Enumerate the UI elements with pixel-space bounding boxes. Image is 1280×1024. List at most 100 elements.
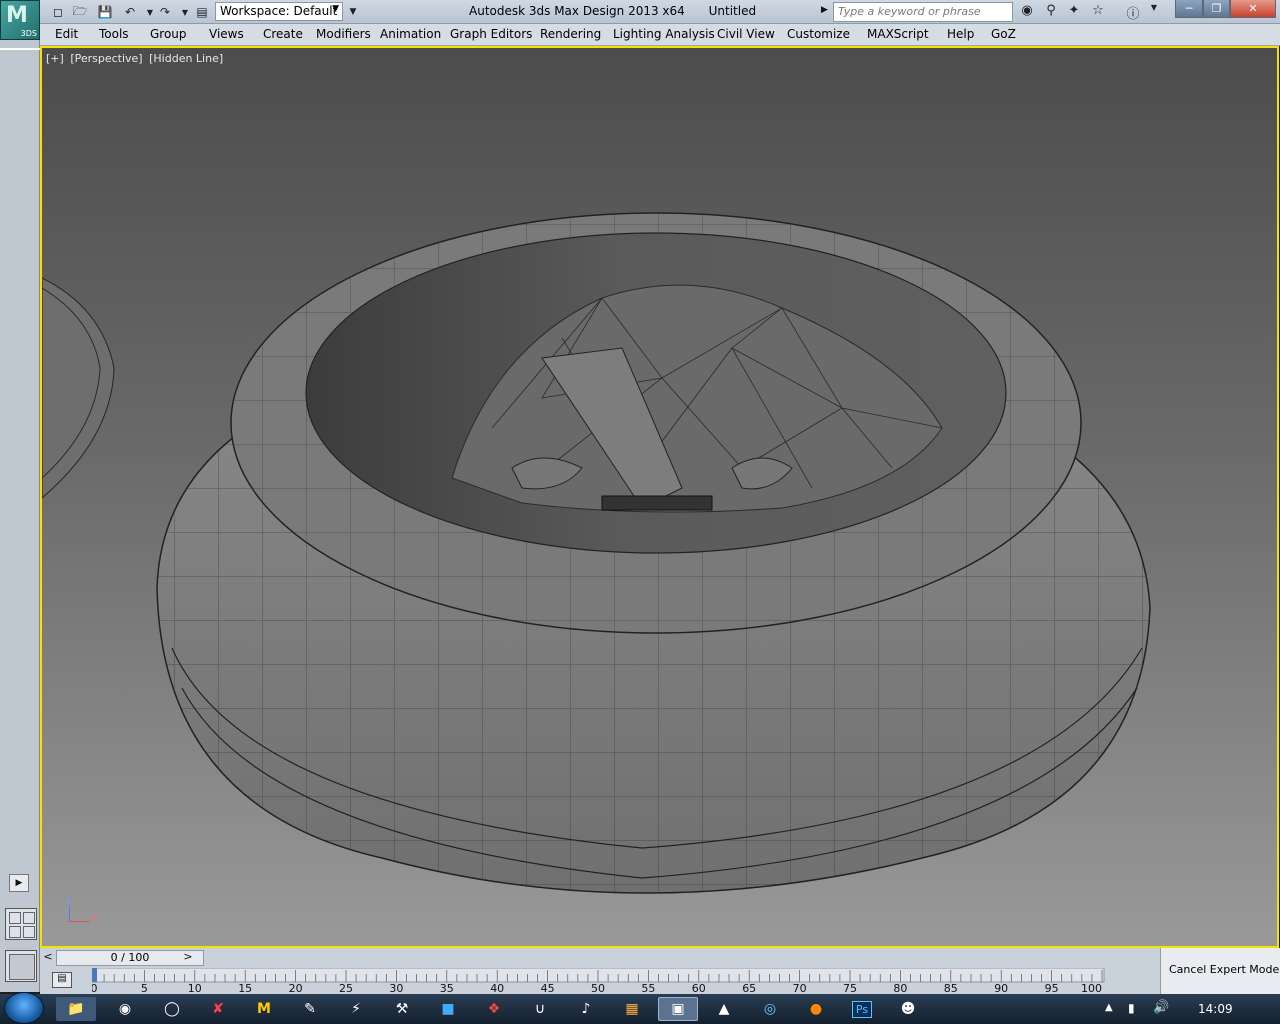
ruler-tick-label: 60	[692, 982, 706, 994]
paint-icon[interactable]: ✎	[290, 997, 330, 1021]
key-icon[interactable]: ⚲	[1040, 3, 1062, 21]
search-input[interactable]: Type a keyword or phrase	[833, 2, 1013, 22]
expand-panel-icon[interactable]: ▶	[9, 874, 29, 892]
redo-icon[interactable]: ↷	[155, 3, 175, 21]
ruler-tick-label: 70	[793, 982, 807, 994]
trackbar[interactable]: ▤ 0 5 10 15 20 25 30 35 40 45 50 55 60 65 70 75 80 85 90 95…	[40, 968, 1160, 994]
menu-views[interactable]: Views	[209, 27, 244, 41]
menu-lighting-analysis[interactable]: Lighting Analysis	[613, 27, 715, 41]
divider	[0, 48, 40, 50]
cancel-expert-mode-button[interactable]: Cancel Expert Mode	[1169, 963, 1279, 976]
menu-modifiers[interactable]: Modifiers	[316, 27, 371, 41]
axis-x-label: x	[92, 912, 98, 923]
tiles-icon[interactable]: ▦	[612, 997, 652, 1021]
binoculars-icon[interactable]: ◉	[1016, 3, 1038, 21]
ruler-tick-label: 45	[541, 982, 555, 994]
tray-arrow-icon[interactable]: ▲	[1105, 1002, 1113, 1013]
star-icon[interactable]: ☆	[1087, 3, 1109, 21]
menu-edit[interactable]: Edit	[55, 27, 78, 41]
viewport-layout-quad-icon[interactable]	[5, 908, 37, 940]
ruler-tick-label: 15	[238, 982, 252, 994]
audio-icon[interactable]: ♪	[566, 997, 606, 1021]
ruler-tick-label: 30	[389, 982, 403, 994]
ruler-tick-label: 0	[92, 982, 98, 994]
menu-create[interactable]: Create	[263, 27, 303, 41]
save-icon[interactable]: 💾	[95, 3, 115, 21]
menu-help[interactable]: Help	[947, 27, 974, 41]
ruler-tick-label: 65	[742, 982, 756, 994]
plug-icon[interactable]: ⚡	[336, 997, 376, 1021]
chrome-icon[interactable]: ◯	[152, 997, 192, 1021]
menu-rendering[interactable]: Rendering	[540, 27, 601, 41]
ruler-tick-label: 95	[1045, 982, 1059, 994]
start-button[interactable]	[4, 992, 44, 1024]
time-slider-bar: < 0 / 100 >	[40, 948, 1160, 968]
menu-goz[interactable]: GoZ	[991, 27, 1016, 41]
hold-icon[interactable]: ▤	[192, 3, 212, 21]
photoshop-icon[interactable]: Ps	[842, 997, 882, 1021]
status-panel: Cancel Expert Mode	[1160, 948, 1280, 994]
pet-bowl-mesh	[42, 212, 1151, 894]
ruler-tick-label: 90	[994, 982, 1008, 994]
satellite-icon[interactable]: ✦	[1063, 3, 1085, 21]
minimize-button[interactable]: ─	[1175, 0, 1203, 18]
menu-tools[interactable]: Tools	[99, 27, 129, 41]
network-icon[interactable]: ▮	[1128, 1001, 1135, 1015]
menu-maxscript[interactable]: MAXScript	[867, 27, 929, 41]
ruler-tick-label: 80	[893, 982, 907, 994]
close-button[interactable]: ✕	[1230, 0, 1276, 18]
axis-x-line	[69, 921, 89, 922]
customize-toolbar-icon[interactable]: ▼	[343, 3, 363, 21]
x-app-icon[interactable]: ✘	[198, 997, 238, 1021]
menu-customize[interactable]: Customize	[787, 27, 850, 41]
windows-taskbar: 📁 ◉ ◯ ✘ M ✎ ⚡ ⚒ ■ ❖ ∪ ♪ ▦ ▣ ▲ ◎ ● Ps ☻ ▲…	[0, 992, 1280, 1024]
ruler-tick-label: 20	[289, 982, 303, 994]
help-dropdown-icon[interactable]: ▼	[1143, 3, 1165, 21]
m-app-icon[interactable]: M	[244, 997, 284, 1021]
red-app-icon[interactable]: ❖	[474, 997, 514, 1021]
maximize-button[interactable]: ❐	[1203, 0, 1230, 18]
current-frame-marker[interactable]	[92, 968, 97, 982]
ruler-tick-label: 5	[141, 982, 148, 994]
perspective-viewport[interactable]: [+] [Perspective] [Hidden Line] z x	[40, 46, 1279, 948]
circle-app-icon[interactable]: ◎	[750, 997, 790, 1021]
ruler-tick-label: 40	[490, 982, 504, 994]
help-icon[interactable]: ⓘ	[1122, 3, 1144, 22]
title-bar: ◻ 🗁 💾 ↶ ▼ ↷ ▼ ▤ Workspace: Default ▼ ▼ A…	[0, 0, 1280, 24]
app-menu-button[interactable]: M 3DS	[0, 0, 40, 40]
workspace-value: Workspace: Default	[220, 4, 338, 18]
menu-group[interactable]: Group	[150, 27, 187, 41]
viewport-layout-single-icon[interactable]	[5, 950, 37, 982]
time-next-button[interactable]: >	[180, 950, 196, 966]
menu-graph-editors[interactable]: Graph Editors	[450, 27, 532, 41]
frame-ruler[interactable]: 0 5 10 15 20 25 30 35 40 45 50 55 60 65 70 75 80 85 90 95 10…	[92, 968, 1108, 994]
workspace-dropdown[interactable]: Workspace: Default ▼	[215, 2, 343, 21]
ruler-tick-label: 10	[188, 982, 202, 994]
browser-icon[interactable]: ◉	[105, 997, 145, 1021]
menu-bar: Edit Tools Group Views Create Modifiers …	[40, 24, 1280, 46]
u-app-icon[interactable]: ∪	[520, 997, 560, 1021]
ruler-tick-label: 75	[843, 982, 857, 994]
time-prev-button[interactable]: <	[40, 950, 56, 966]
curve-editor-icon[interactable]: ▤	[52, 972, 72, 988]
volume-icon[interactable]: 🔊	[1153, 1000, 1169, 1015]
new-file-icon[interactable]: ◻	[48, 3, 68, 21]
firefox-icon[interactable]: ●	[796, 997, 836, 1021]
user-icon[interactable]: ☻	[888, 997, 928, 1021]
clock[interactable]: 14:09	[1198, 1002, 1233, 1016]
ruler-tick-label: 50	[591, 982, 605, 994]
play-arrow-icon[interactable]: ▶	[821, 5, 828, 15]
mudbox-icon[interactable]: ▲	[704, 997, 744, 1021]
tool-icon[interactable]: ⚒	[382, 997, 422, 1021]
blue-app-icon[interactable]: ■	[428, 997, 468, 1021]
menu-animation[interactable]: Animation	[380, 27, 441, 41]
open-file-icon[interactable]: 🗁	[70, 3, 90, 21]
ruler-tick-label: 100	[1081, 982, 1102, 994]
left-tool-strip: ▶	[0, 40, 40, 992]
menu-civil-view[interactable]: Civil View	[717, 27, 775, 41]
ruler-tick-label: 35	[440, 982, 454, 994]
undo-icon[interactable]: ↶	[120, 3, 140, 21]
explorer-icon[interactable]: 📁	[56, 997, 96, 1021]
chevron-down-icon: ▼	[332, 4, 339, 14]
3dsmax-icon[interactable]: ▣	[658, 997, 698, 1021]
